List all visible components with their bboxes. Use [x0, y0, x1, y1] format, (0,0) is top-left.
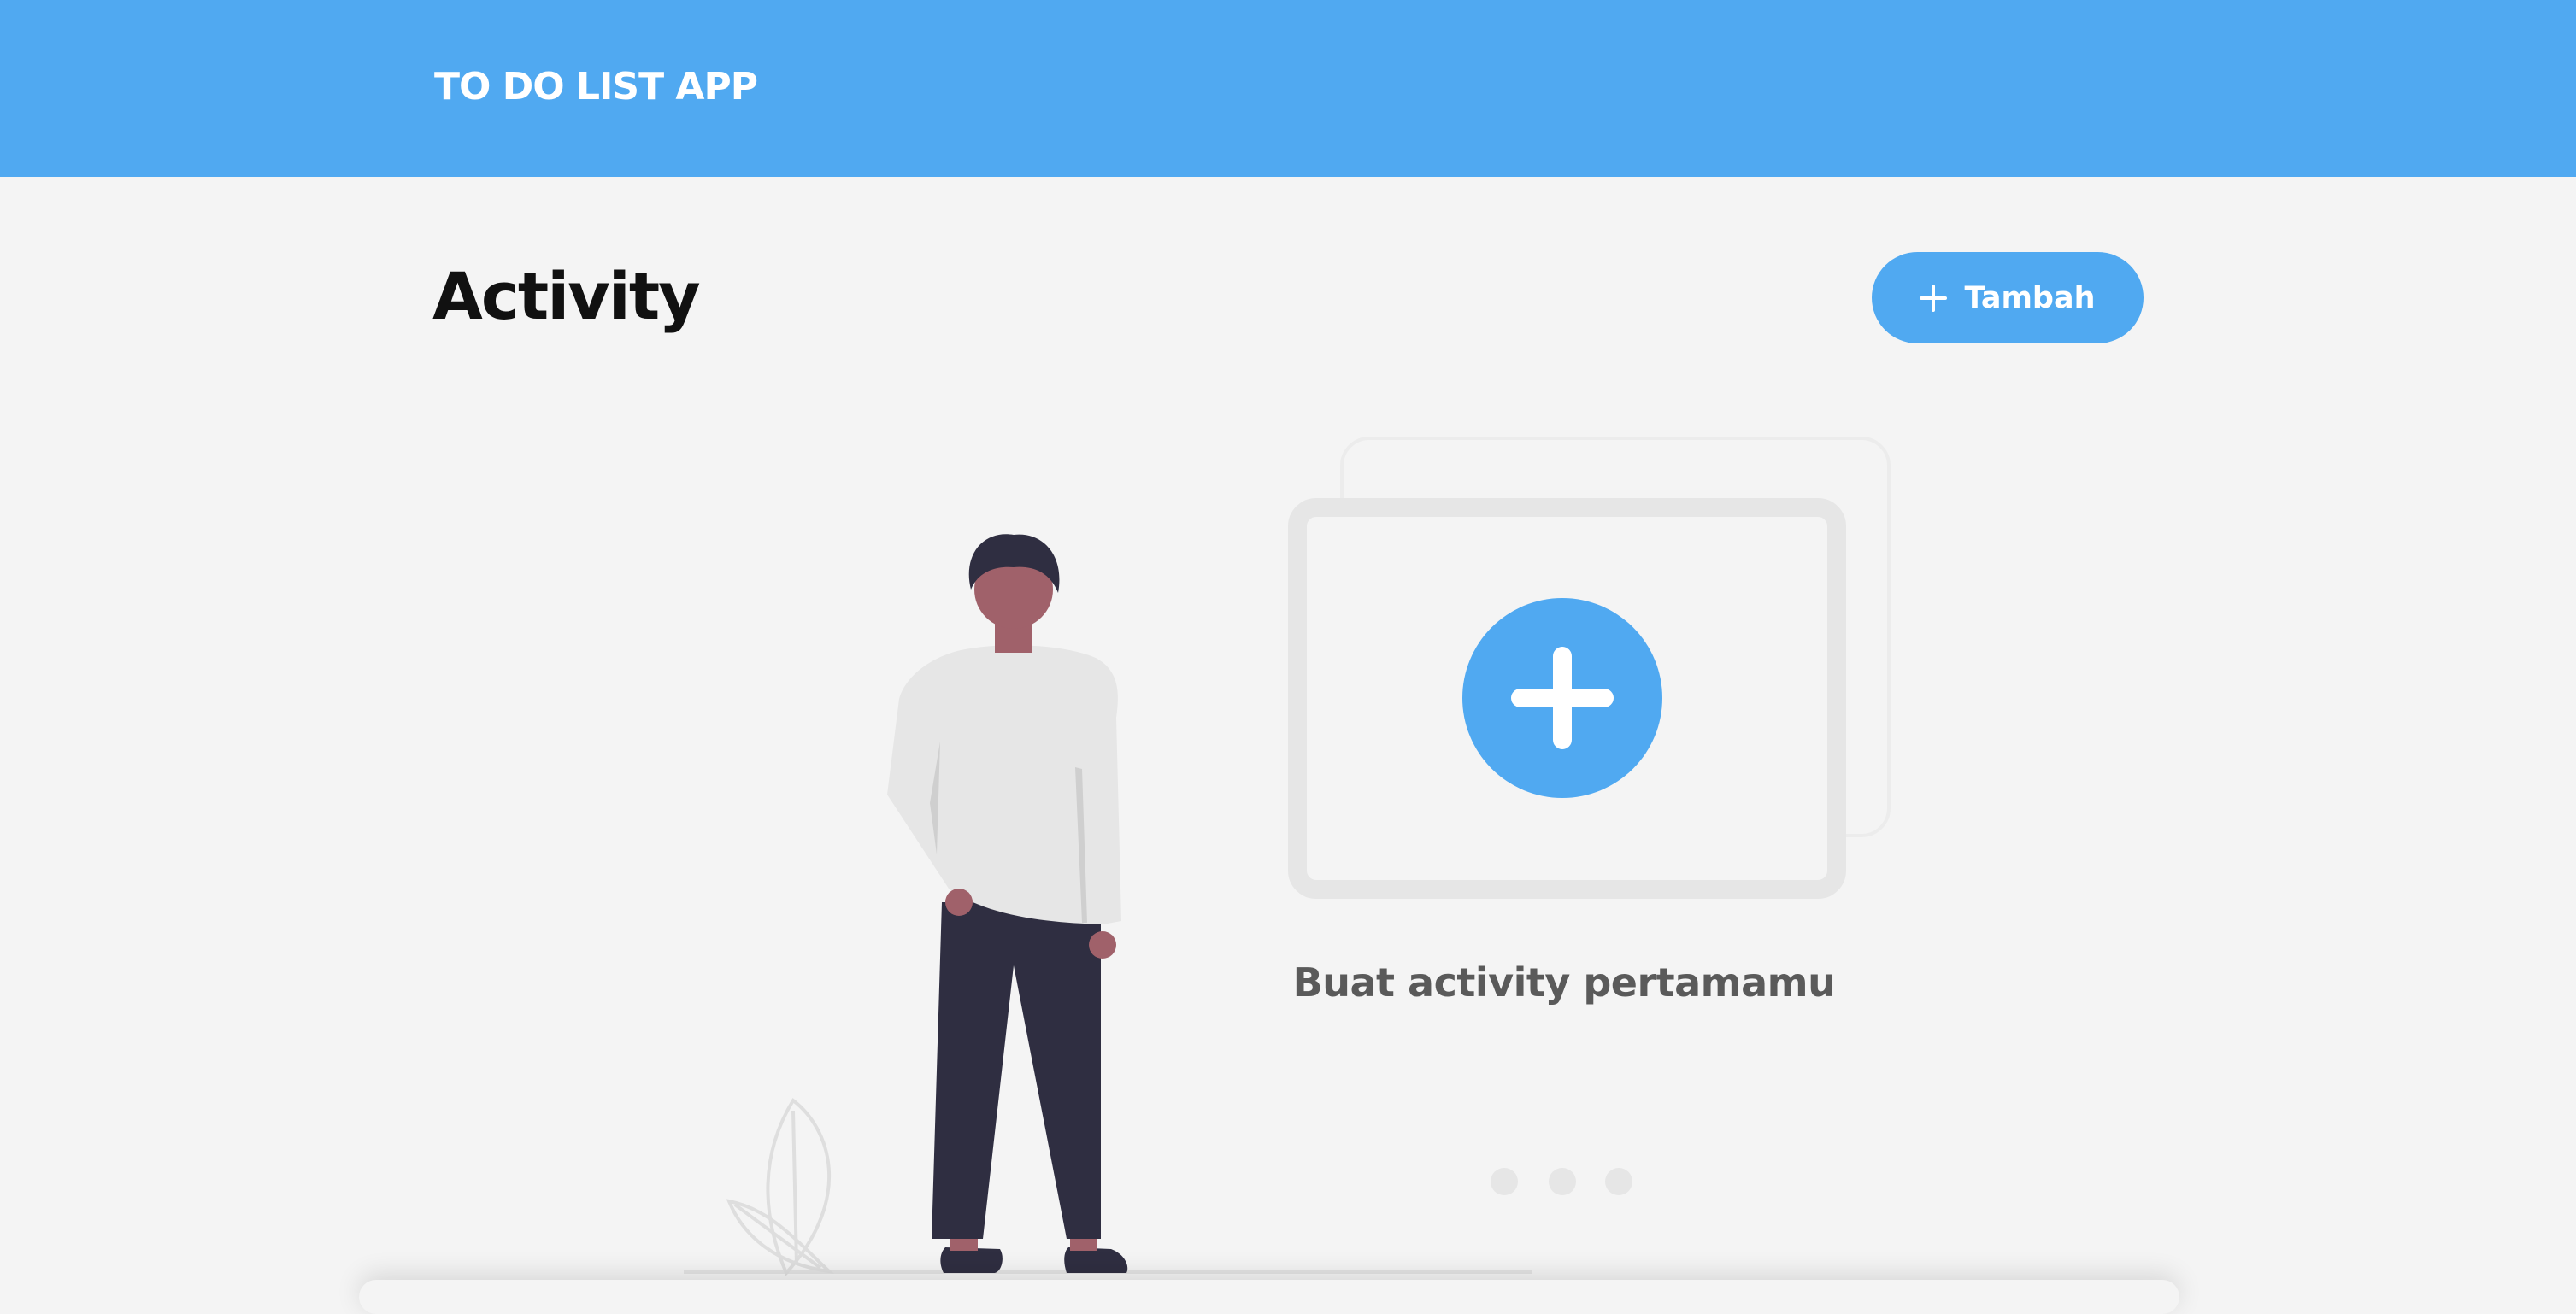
- carousel-dots: [1491, 1168, 1632, 1195]
- bottom-panel-edge: [359, 1280, 2179, 1314]
- plant-illustration: [726, 1098, 834, 1276]
- empty-state-message: Buat activity pertamamu: [1292, 959, 1836, 1006]
- plus-circle-icon: [1462, 598, 1662, 798]
- person-illustration: [887, 534, 1128, 1273]
- carousel-dot: [1605, 1168, 1632, 1195]
- carousel-dot: [1549, 1168, 1576, 1195]
- carousel-dot: [1491, 1168, 1518, 1195]
- empty-state-illustration[interactable]: [0, 0, 2576, 1297]
